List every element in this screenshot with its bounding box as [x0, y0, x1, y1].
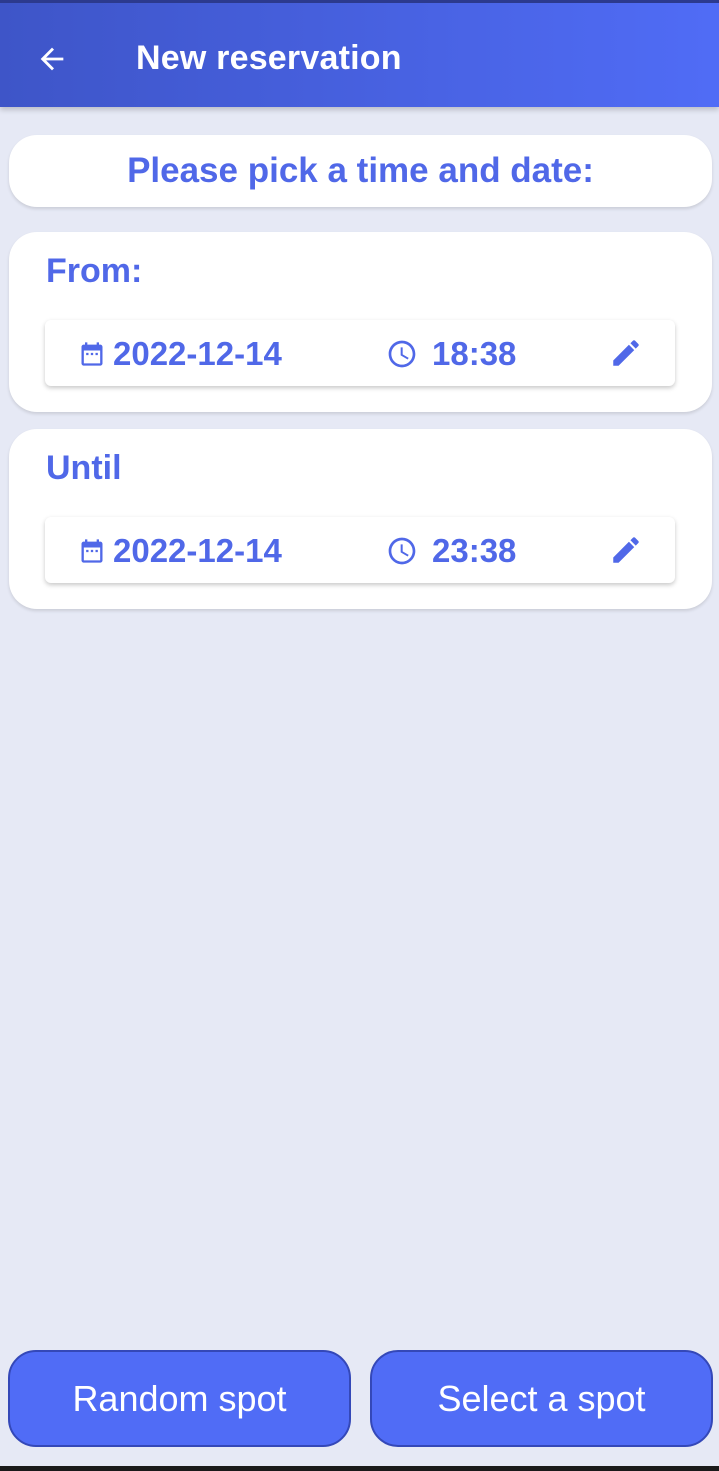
back-button[interactable]	[30, 37, 74, 81]
calendar-icon	[81, 342, 103, 366]
arrow-left-icon	[40, 47, 64, 71]
screen-bottom-edge	[0, 1466, 719, 1471]
pencil-icon	[613, 340, 639, 366]
from-card: From: 2022-12-14 18:38	[9, 232, 712, 412]
page-title: New reservation	[136, 39, 402, 77]
from-datetime-field[interactable]: 2022-12-14 18:38	[45, 320, 675, 386]
until-label: Until	[46, 449, 122, 487]
clock-icon	[388, 537, 416, 565]
random-spot-button[interactable]: Random spot	[8, 1350, 351, 1447]
until-date: 2022-12-14	[113, 532, 282, 569]
from-label: From:	[46, 252, 143, 290]
select-spot-button[interactable]: Select a spot	[370, 1350, 713, 1447]
calendar-icon	[81, 539, 103, 563]
pencil-icon	[613, 537, 639, 563]
edit-until-button[interactable]	[609, 533, 643, 567]
from-time: 18:38	[432, 335, 517, 372]
until-datetime-field[interactable]: 2022-12-14 23:38	[45, 517, 675, 583]
app-bar: New reservation	[0, 0, 719, 107]
prompt-text: Please pick a time and date:	[127, 151, 594, 190]
until-card: Until 2022-12-14 23:38	[9, 429, 712, 609]
prompt-card: Please pick a time and date:	[9, 135, 712, 207]
from-date: 2022-12-14	[113, 335, 282, 372]
until-time: 23:38	[432, 532, 517, 569]
edit-from-button[interactable]	[609, 336, 643, 370]
clock-icon	[388, 340, 416, 368]
